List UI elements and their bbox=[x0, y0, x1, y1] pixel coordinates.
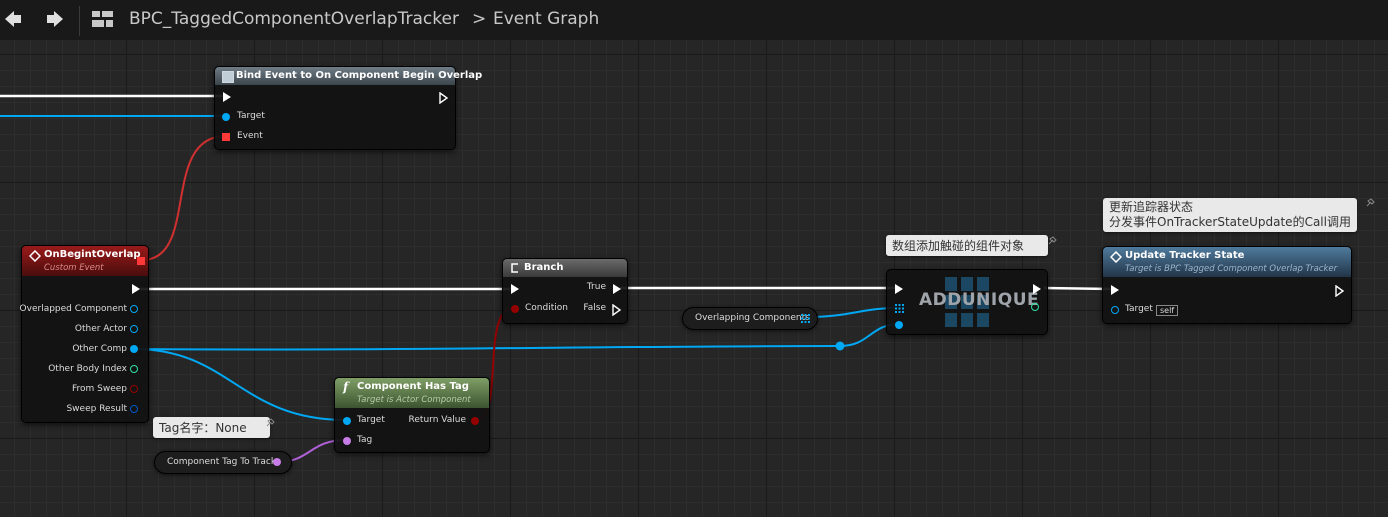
pin-label-other-body-index: Other Body Index bbox=[48, 364, 127, 374]
toolbar-divider bbox=[79, 6, 80, 36]
pin-label-sweep-result: Sweep Result bbox=[66, 404, 127, 414]
branch-icon bbox=[511, 263, 518, 273]
pin-label-return-value: Return Value bbox=[408, 415, 466, 425]
true-exec-pin[interactable] bbox=[613, 284, 621, 294]
target-pin[interactable] bbox=[222, 113, 230, 121]
component-has-tag-node[interactable]: f Component Has Tag Target is Actor Comp… bbox=[334, 377, 490, 453]
pin-label-false: False bbox=[583, 303, 606, 313]
node-subtitle: Target is BPC Tagged Component Overlap T… bbox=[1125, 264, 1338, 274]
pin-comment-icon[interactable] bbox=[265, 418, 275, 428]
tag-pin[interactable] bbox=[343, 437, 351, 445]
update-tracker-state-node[interactable]: Update Tracker State Target is BPC Tagge… bbox=[1102, 246, 1352, 324]
update-comment-bubble: 更新追踪器状态 分发事件OnTrackerStateUpdate的Call调用 bbox=[1103, 198, 1357, 232]
variable-label: Overlapping Components bbox=[695, 313, 810, 323]
event-diamond-icon bbox=[1110, 251, 1122, 263]
exec-out-pin[interactable] bbox=[439, 92, 449, 104]
sweep-result-pin[interactable] bbox=[130, 405, 138, 413]
other-actor-pin[interactable] bbox=[130, 325, 138, 333]
target-pin[interactable] bbox=[343, 417, 351, 425]
tag-out-pin[interactable] bbox=[273, 458, 281, 466]
bind-event-node[interactable]: Bind Event to On Component Begin Overlap… bbox=[214, 66, 482, 150]
node-title: ADDUNIQUE bbox=[919, 290, 1040, 310]
exec-out-pin[interactable] bbox=[1335, 285, 1345, 297]
pin-label-target: Target bbox=[357, 415, 385, 425]
other-body-index-pin[interactable] bbox=[130, 365, 138, 373]
other-comp-pin[interactable] bbox=[130, 345, 138, 353]
pin-comment-icon[interactable] bbox=[1365, 198, 1375, 208]
index-out-pin[interactable] bbox=[1031, 303, 1039, 311]
delegate-out-pin[interactable] bbox=[137, 257, 145, 265]
tag-comment-bubble: Tag名字：None bbox=[153, 417, 271, 438]
graph-canvas[interactable]: Bind Event to On Component Begin Overlap… bbox=[0, 40, 1388, 517]
pin-label-condition: Condition bbox=[525, 303, 568, 313]
object-wire-othercomp-to-hastag bbox=[133, 348, 347, 421]
return-value-pin[interactable] bbox=[471, 417, 479, 425]
event-diamond-icon bbox=[29, 250, 41, 262]
exec-in-pin[interactable] bbox=[1111, 285, 1119, 295]
node-subtitle: Custom Event bbox=[44, 263, 104, 273]
exec-in-pin[interactable] bbox=[511, 284, 519, 294]
node-subtitle: Target is Actor Component bbox=[357, 395, 471, 405]
from-sweep-pin[interactable] bbox=[130, 385, 138, 393]
exec-out-pin[interactable] bbox=[1033, 284, 1041, 294]
back-button[interactable] bbox=[2, 8, 24, 30]
node-title: Component Has Tag bbox=[357, 381, 469, 392]
arrow-right-icon bbox=[47, 11, 63, 27]
node-header bbox=[503, 259, 627, 277]
comment-line-2: 分发事件OnTrackerStateUpdate的Call调用 bbox=[1109, 215, 1351, 229]
target-pin[interactable] bbox=[1111, 306, 1119, 314]
blueprint-graph-icon bbox=[92, 10, 114, 34]
comment-text: Tag名字：None bbox=[159, 421, 247, 435]
component-tag-variable-node[interactable]: Component Tag To Track bbox=[154, 451, 292, 474]
add-unique-node[interactable]: ADDUNIQUE bbox=[886, 269, 1048, 335]
function-icon: f bbox=[343, 380, 349, 394]
delegate-icon bbox=[222, 71, 234, 83]
pin-label-overlapped-component: Overlapped Component bbox=[19, 304, 127, 314]
pin-label-target: Target bbox=[1125, 304, 1153, 314]
node-title: Bind Event to On Component Begin Overlap bbox=[236, 70, 483, 81]
condition-pin[interactable] bbox=[511, 305, 519, 313]
delegate-wire bbox=[141, 135, 227, 261]
pin-comment-icon[interactable] bbox=[1047, 236, 1057, 246]
comment-text: 数组添加触碰的组件对象 bbox=[892, 239, 1025, 253]
addunique-comment-bubble: 数组添加触碰的组件对象 bbox=[886, 235, 1048, 256]
item-in-pin[interactable] bbox=[895, 321, 903, 329]
exec-out-pin[interactable] bbox=[132, 284, 140, 294]
overlapped-component-pin[interactable] bbox=[130, 305, 138, 313]
node-title: OnBegintOverlap bbox=[44, 249, 141, 260]
pin-label-other-actor: Other Actor bbox=[74, 324, 127, 334]
node-title: Update Tracker State bbox=[1125, 250, 1245, 261]
forward-button[interactable] bbox=[44, 8, 66, 30]
pin-label-true: True bbox=[586, 282, 606, 292]
pin-label-event: Event bbox=[237, 131, 263, 141]
node-title: Branch bbox=[524, 262, 564, 273]
pin-label-target: Target bbox=[237, 111, 265, 121]
pin-label-tag: Tag bbox=[357, 435, 373, 445]
graph-toolbar: BPC_TaggedComponentOverlapTracker > Even… bbox=[0, 0, 1388, 40]
breadcrumb-blueprint[interactable]: BPC_TaggedComponentOverlapTracker bbox=[129, 9, 459, 29]
event-pin[interactable] bbox=[222, 133, 230, 141]
comment-line-1: 更新追踪器状态 bbox=[1109, 200, 1194, 214]
breadcrumb-graph[interactable]: Event Graph bbox=[493, 9, 599, 29]
target-default-value[interactable]: self bbox=[1156, 305, 1179, 316]
wire-reroute-knot[interactable] bbox=[835, 341, 845, 351]
breadcrumb-separator: > bbox=[472, 9, 487, 29]
exec-in-pin[interactable] bbox=[223, 92, 231, 102]
custom-event-node[interactable]: OnBegintOverlap Custom Event Overlapped … bbox=[19, 245, 149, 423]
pin-label-other-comp: Other Comp bbox=[72, 344, 127, 354]
overlapping-components-variable-node[interactable]: Overlapping Components bbox=[682, 307, 818, 330]
array-in-pin[interactable] bbox=[895, 304, 904, 313]
branch-node[interactable]: Branch True Condition False bbox=[502, 258, 628, 324]
arrow-left-icon bbox=[5, 11, 21, 27]
array-out-pin[interactable] bbox=[801, 314, 810, 323]
exec-in-pin[interactable] bbox=[895, 284, 903, 294]
variable-label: Component Tag To Track bbox=[167, 457, 277, 467]
pin-label-from-sweep: From Sweep bbox=[71, 384, 127, 394]
array-wire-overlapping-to-addunique bbox=[807, 307, 899, 318]
false-exec-pin[interactable] bbox=[612, 304, 622, 316]
